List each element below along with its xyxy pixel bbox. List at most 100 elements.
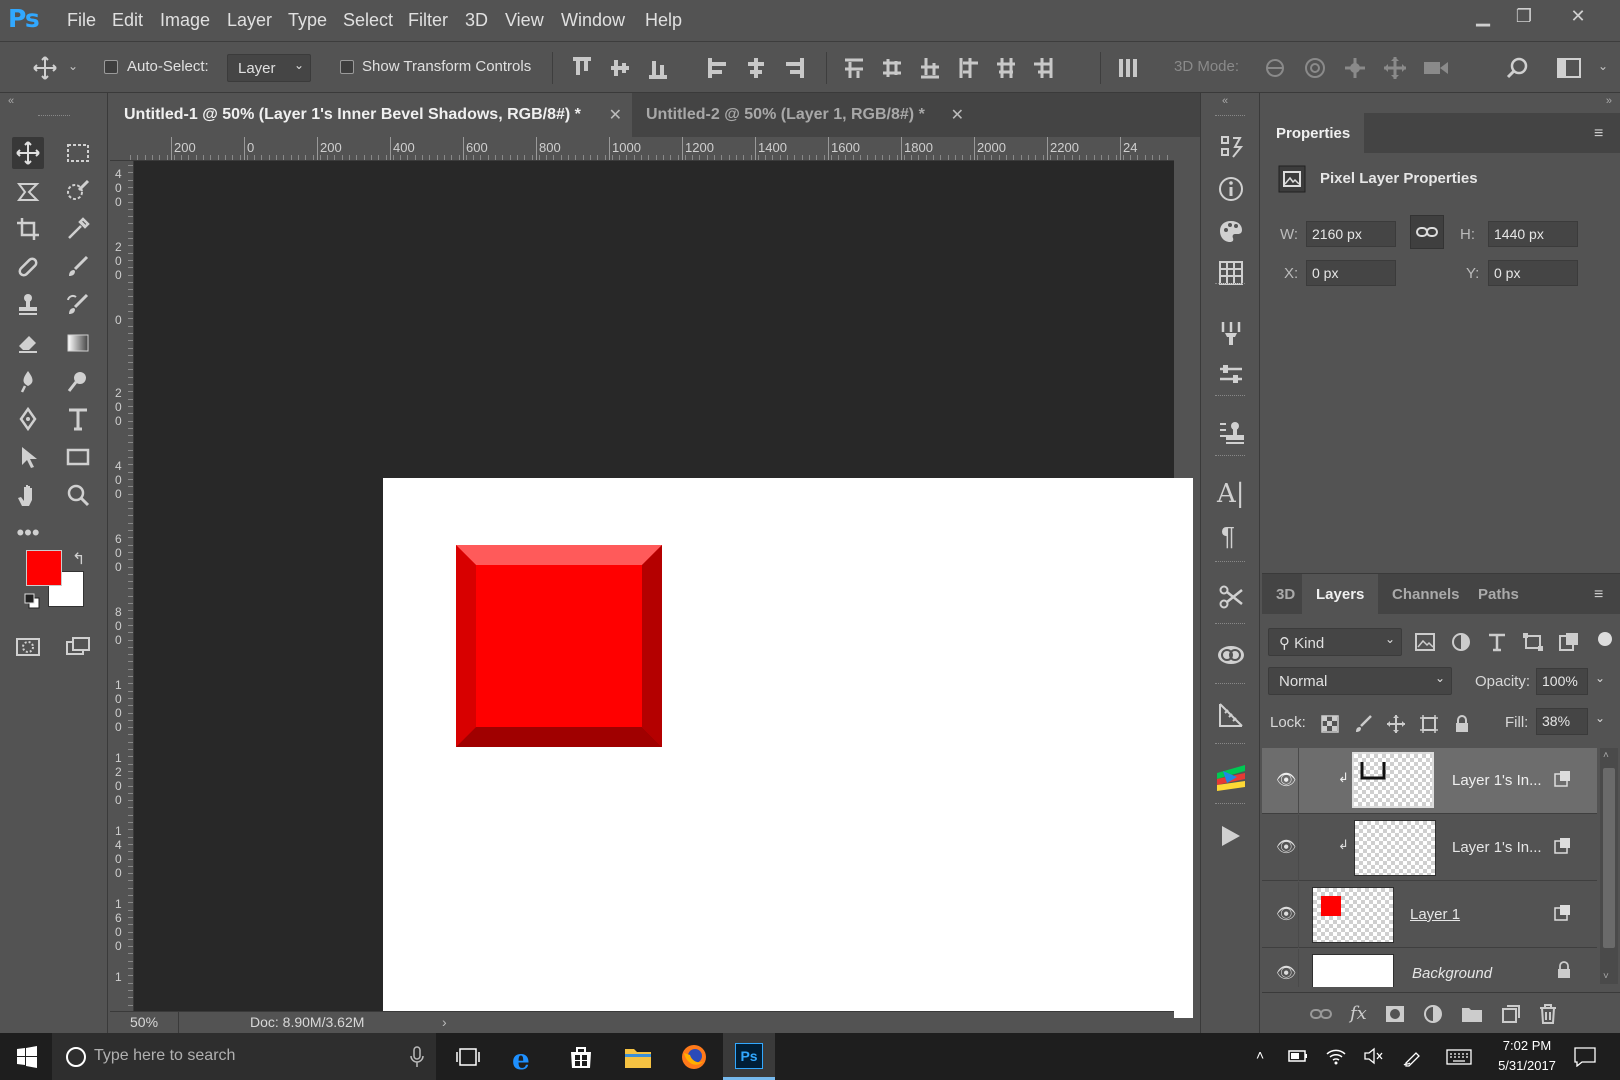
new-adjustment-layer-icon[interactable] [1423, 1004, 1443, 1024]
scroll-up-icon[interactable]: ˄ [1603, 750, 1609, 761]
canvas-area[interactable] [134, 161, 1193, 1018]
chevron-down-icon[interactable]: ⌄ [1595, 671, 1605, 685]
restore-icon[interactable]: ❐ [1506, 6, 1542, 32]
blur-tool[interactable] [12, 365, 44, 397]
distribute-left-icon[interactable] [956, 55, 980, 81]
layer-name[interactable]: Layer 1's In... [1452, 839, 1542, 856]
distribute-top-icon[interactable] [842, 55, 866, 81]
gradient-tool[interactable] [62, 327, 94, 359]
panel-grip[interactable] [1215, 395, 1245, 396]
layer-thumbnail[interactable] [1354, 820, 1436, 876]
width-input[interactable]: 2160 px [1306, 221, 1396, 247]
menu-view[interactable]: View [505, 10, 544, 31]
3d-slide-icon[interactable] [1382, 55, 1408, 81]
panel-grip[interactable] [1215, 743, 1245, 744]
chevron-down-icon[interactable]: ⌄ [1598, 59, 1608, 73]
menu-help[interactable]: Help [645, 10, 682, 31]
distribute-vcenter-icon[interactable] [880, 55, 904, 81]
dodge-tool[interactable] [62, 365, 94, 397]
close-tab-icon[interactable]: ✕ [609, 105, 622, 125]
file-explorer-icon[interactable] [624, 1045, 652, 1069]
tab-paths[interactable]: Paths [1464, 574, 1533, 615]
opacity-input[interactable]: 100% [1536, 668, 1588, 695]
filter-type-icon[interactable] [1486, 632, 1508, 652]
move-tool[interactable] [12, 137, 44, 169]
panel-grip[interactable] [1215, 115, 1245, 116]
align-vcenter-icon[interactable] [608, 55, 632, 81]
microphone-icon[interactable] [410, 1046, 424, 1068]
distribute-right-icon[interactable] [1032, 55, 1056, 81]
chevron-right-icon[interactable]: › [442, 1014, 447, 1030]
menu-type[interactable]: Type [288, 10, 327, 31]
character-panel-icon[interactable]: A| [1217, 479, 1245, 509]
task-view-icon[interactable] [456, 1046, 480, 1068]
visibility-eye-icon[interactable]: 👁 [1276, 904, 1296, 924]
eyedropper-tool[interactable] [62, 213, 94, 245]
store-icon[interactable] [568, 1044, 594, 1070]
align-bottom-icon[interactable] [646, 55, 670, 81]
windows-start-icon[interactable] [16, 1046, 38, 1068]
eraser-tool[interactable] [12, 327, 44, 359]
panel-menu-icon[interactable]: ≡ [1594, 125, 1603, 143]
battery-icon[interactable] [1288, 1049, 1308, 1063]
panel-menu-icon[interactable]: ≡ [1594, 586, 1603, 604]
fill-input[interactable]: 38% [1536, 708, 1588, 735]
pen-icon[interactable] [1402, 1047, 1422, 1067]
align-hcenter-icon[interactable] [744, 55, 768, 81]
3d-camera-icon[interactable] [1422, 55, 1450, 81]
chevron-up-icon[interactable]: ˄ [1256, 1047, 1264, 1063]
lock-position-icon[interactable] [1386, 714, 1406, 734]
lasso-tool[interactable] [12, 175, 44, 207]
zoom-tool[interactable] [62, 479, 94, 511]
expand-icon[interactable]: » [1606, 95, 1612, 107]
document-canvas[interactable] [383, 478, 1193, 1018]
tab-untitled-1[interactable]: Untitled-1 @ 50% (Layer 1's Inner Bevel … [110, 93, 632, 137]
crop-tool[interactable] [12, 213, 44, 245]
layer-row[interactable]: 👁 ↲ Layer 1's In... [1262, 815, 1597, 881]
marquee-tool[interactable] [62, 137, 94, 169]
3d-rotate-icon[interactable] [1262, 55, 1288, 81]
close-icon[interactable]: ✕ [1560, 6, 1596, 32]
taskbar-photoshop[interactable]: Ps [723, 1033, 775, 1080]
menu-file[interactable]: File [67, 10, 96, 31]
layer-thumbnail[interactable] [1312, 887, 1394, 943]
layer-name[interactable]: Layer 1 [1410, 906, 1460, 923]
zoom-level[interactable]: 50% [130, 1014, 158, 1030]
volume-muted-icon[interactable] [1364, 1047, 1384, 1065]
lock-all-icon[interactable] [1452, 714, 1472, 734]
panel-grip[interactable] [1215, 623, 1245, 624]
3d-pan-icon[interactable] [1342, 55, 1368, 81]
chevron-down-icon[interactable]: ⌄ [68, 59, 78, 73]
tab-properties[interactable]: Properties [1262, 113, 1365, 153]
adjustments-panel-icon[interactable] [1217, 361, 1245, 389]
rectangle-tool[interactable] [62, 441, 94, 473]
hand-tool[interactable] [12, 479, 44, 511]
link-dimensions-button[interactable] [1410, 215, 1444, 249]
3d-panel-icon[interactable] [1215, 761, 1247, 793]
measurement-panel-icon[interactable] [1217, 701, 1245, 729]
filter-toggle[interactable] [1598, 632, 1612, 646]
red-beveled-square[interactable] [456, 545, 662, 747]
screen-mode-icon[interactable] [62, 631, 94, 663]
play-icon[interactable] [1219, 823, 1243, 849]
menu-3d[interactable]: 3D [465, 10, 488, 31]
history-panel-icon[interactable] [1217, 133, 1245, 161]
color-panel-icon[interactable] [1217, 217, 1245, 245]
wifi-icon[interactable] [1326, 1047, 1346, 1065]
align-right-icon[interactable] [782, 55, 806, 81]
layer-row[interactable]: 👁 Background [1262, 949, 1597, 987]
layer-filter-dropdown[interactable]: ⚲ Kind ⌄ [1268, 628, 1402, 656]
tab-channels[interactable]: Channels [1378, 574, 1474, 615]
taskbar-search-box[interactable]: Type here to search [52, 1033, 436, 1080]
edge-browser-icon[interactable]: e [512, 1043, 530, 1076]
menu-window[interactable]: Window [561, 10, 625, 31]
taskbar-time[interactable]: 7:02 PM [1492, 1038, 1562, 1053]
minimize-icon[interactable]: ▁ [1465, 6, 1501, 32]
chevron-down-icon[interactable]: ⌄ [1595, 711, 1605, 725]
panel-grip[interactable] [1215, 283, 1245, 284]
panel-grip[interactable] [1215, 803, 1245, 804]
panel-grip[interactable] [1215, 455, 1245, 456]
pen-tool[interactable] [12, 403, 44, 435]
new-group-icon[interactable] [1461, 1005, 1483, 1023]
tool-presets-icon[interactable] [1217, 583, 1245, 611]
